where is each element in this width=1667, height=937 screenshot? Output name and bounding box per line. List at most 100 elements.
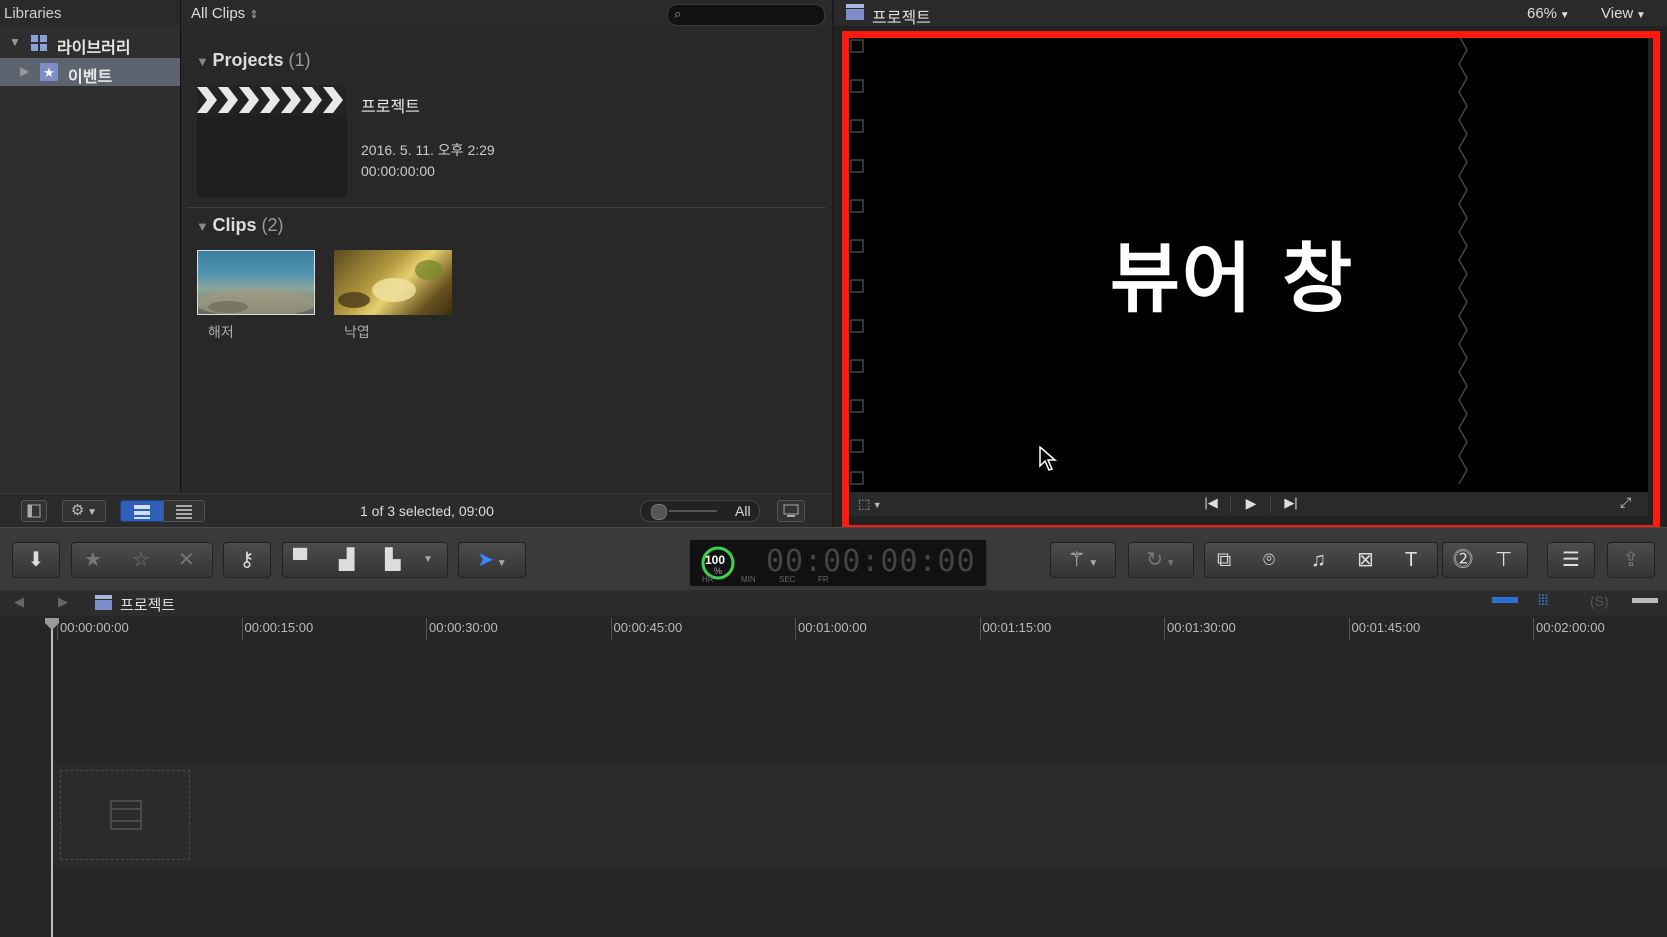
view-menu[interactable]: View ▼ (1601, 5, 1646, 22)
zoom-slider-icon[interactable] (1632, 598, 1658, 603)
chevron-down-icon: ▼ (494, 558, 507, 569)
clips-label: Clips (212, 215, 257, 235)
ruler-tick-line (610, 618, 612, 640)
disclosure-closed-icon[interactable]: ▶ (20, 64, 29, 78)
dashboard[interactable]: 100 % 00:00:00:00 HR MIN SEC FR (689, 539, 987, 587)
ruler-tick-line (241, 618, 243, 640)
append-clip-icon[interactable]: ▙ (385, 543, 400, 577)
solo-icon[interactable]: (S) (1590, 593, 1609, 609)
clip-size-slider[interactable]: All (640, 500, 760, 522)
selection-status: 1 of 3 selected, 09:00 (360, 503, 494, 519)
reject-x-icon[interactable]: ✕ (178, 543, 195, 577)
history-back-icon[interactable]: ◀ (14, 594, 24, 610)
library-item-library[interactable]: ▼ 라이브러리 (0, 29, 180, 57)
clips-section-header[interactable]: ▼ Clips (2) (196, 215, 284, 236)
viewer-highlight-frame (842, 31, 1660, 532)
inspector-button[interactable]: ☰ (1547, 542, 1595, 578)
ruler-tick-label: 00:01:15:00 (982, 620, 1052, 635)
timeline-project-name: 프로젝트 (120, 597, 176, 614)
project-duration: 00:00:00:00 (361, 163, 435, 179)
project-thumbnail[interactable] (197, 85, 347, 197)
clip-filter-menu[interactable]: All Clips ⇕ (191, 5, 259, 22)
seabed-image (196, 289, 316, 317)
tool-select-button[interactable]: ➤ ▼ (458, 542, 526, 578)
chevron-down-icon: ▼ (1633, 10, 1646, 21)
chevron-down-icon[interactable]: ▼ (423, 543, 433, 577)
svg-text:★: ★ (43, 66, 55, 81)
dashboard-percent-unit: % (714, 566, 723, 576)
audio-waveform-icon[interactable]: ⦙⦙⦙ (1538, 592, 1548, 609)
generators-icon[interactable]: ⓶ (1453, 543, 1473, 577)
playhead[interactable] (51, 618, 53, 937)
ruler-tick-line (1533, 618, 1534, 640)
effects-browser-icon[interactable]: ⧉ (1217, 543, 1231, 577)
favorite-star-filled-icon[interactable]: ★ (84, 543, 102, 577)
event-label: 이벤트 (68, 69, 113, 86)
share-icon: ⇪ (1622, 549, 1640, 571)
chevron-down-icon: ▼ (1085, 558, 1099, 569)
action-menu-button[interactable]: ⚙ ▼ (62, 500, 106, 522)
library-label: 라이브러리 (57, 40, 131, 57)
section-divider (186, 207, 826, 208)
projects-label: Projects (212, 50, 284, 70)
transitions-browser-icon[interactable]: ⊠ (1357, 543, 1374, 577)
retime-button[interactable]: ↻ ▼ (1128, 542, 1194, 578)
connect-clip-icon[interactable]: ▀ (293, 543, 307, 577)
music-note-icon[interactable]: ♫ (1311, 543, 1326, 577)
titles-browser-icon[interactable]: T (1405, 543, 1417, 577)
clapper-board-icon (197, 85, 347, 115)
clip-name-leaves: 낙엽 (344, 324, 370, 340)
ruler-tick-label: 00:00:45:00 (613, 620, 683, 635)
disclosure-open-icon[interactable]: ▼ (9, 35, 21, 49)
insert-clip-icon[interactable]: ▟ (339, 543, 354, 577)
list-icon (176, 505, 192, 519)
primary-storyline-lane (52, 763, 1667, 867)
slider-knob[interactable] (651, 504, 667, 520)
chevron-down-icon: ▼ (84, 507, 98, 518)
arrow-pointer-icon: ➤ (477, 549, 495, 571)
ruler-tick-label: 00:01:45:00 (1351, 620, 1421, 635)
history-forward-icon[interactable]: ▶ (58, 594, 68, 610)
libraries-title: Libraries (4, 5, 62, 22)
project-name[interactable]: 프로젝트 (361, 93, 420, 117)
viewer-header: 프로젝트 66% ▼ View ▼ (834, 0, 1667, 27)
updown-chevron-icon: ⇕ (249, 9, 259, 21)
chevron-down-icon: ▼ (1163, 558, 1176, 569)
list-view-button[interactable] (163, 500, 205, 522)
disclosure-open-icon[interactable]: ▼ (196, 219, 212, 234)
view-menu-label: View (1601, 5, 1634, 22)
playhead-handle[interactable] (45, 617, 59, 630)
ruler-tick-line (1164, 618, 1165, 640)
clip-thumbnail-seabed[interactable] (196, 250, 316, 317)
search-input[interactable]: ⌕ (667, 4, 825, 26)
share-button[interactable]: ⇪ (1607, 542, 1655, 578)
timecode-unit-sec: SEC (779, 575, 796, 584)
disclosure-open-icon[interactable]: ▼ (196, 54, 212, 69)
import-button[interactable]: ⬇ (12, 542, 60, 578)
zoom-level: 66% (1527, 5, 1558, 22)
clip-appearance-waveform-button[interactable] (1492, 597, 1518, 603)
zoom-menu[interactable]: 66% ▼ (1527, 5, 1570, 22)
keyword-button[interactable]: ⚷ (223, 542, 271, 578)
storyline-placeholder[interactable] (60, 770, 190, 860)
photo-camera-icon[interactable]: ⌾ (1263, 543, 1275, 577)
filmstrip-placeholder-icon (110, 800, 142, 830)
sidebar-toggle-button[interactable] (21, 500, 47, 522)
library-icon (30, 34, 48, 52)
clip-thumbnail-leaves[interactable] (334, 250, 452, 315)
duration-filter-label: All (735, 503, 751, 519)
timecode-display[interactable]: 00:00:00:00 (766, 544, 976, 579)
ruler-tick-label: 00:00:30:00 (429, 620, 498, 635)
themes-icon[interactable]: ⊤ (1495, 543, 1512, 577)
magic-wand-icon: ⚚ (1067, 549, 1086, 571)
clapper-icon (95, 595, 112, 615)
enhancements-button[interactable]: ⚚ ▼ (1050, 542, 1116, 578)
projects-count: (1) (288, 50, 311, 70)
library-item-event[interactable]: ▶ ★ 이벤트 (0, 58, 180, 86)
projects-section-header[interactable]: ▼ Projects (1) (196, 50, 311, 71)
favorite-star-outline-icon[interactable]: ☆ (132, 543, 150, 577)
edit-button-group: ▀ ▟ ▙ ▼ (282, 542, 448, 578)
timecode-unit-hr: HR (702, 575, 714, 584)
filmstrip-view-button[interactable] (120, 500, 164, 522)
clip-appearance-button[interactable] (777, 500, 805, 522)
